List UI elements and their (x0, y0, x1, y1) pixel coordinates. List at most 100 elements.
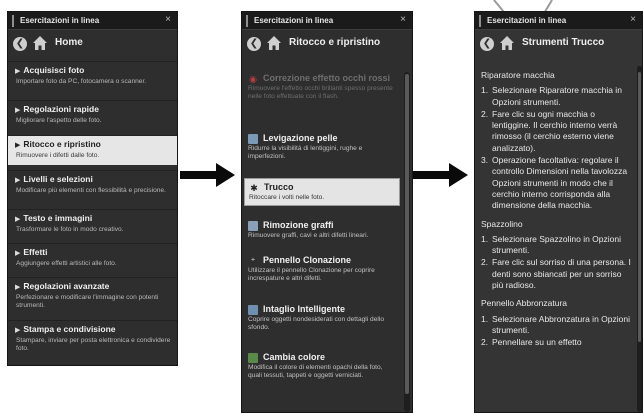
step-text: Operazione facoltativa: regolare il cont… (492, 155, 628, 211)
item-description: Modificare più elementi con flessibilità… (16, 187, 166, 194)
back-arrow-icon[interactable]: ❮ (13, 37, 27, 51)
expand-triangle-icon: ▶ (15, 216, 21, 223)
titlebar: Esercitazioni in linea × (475, 12, 642, 30)
item-label: Regolazioni avanzate (23, 281, 110, 291)
tutorial-item-trucco[interactable]: ✱ Trucco Ritoccare i volti nelle foto. (244, 178, 400, 207)
smart-carver-icon (248, 305, 258, 315)
step-text: Selezionare Spazzolino in Opzioni strume… (492, 233, 621, 256)
section-title: Spazzolino (481, 218, 523, 229)
panel-home: Esercitazioni in linea × ❮ Home ▶ Acquisi… (7, 11, 178, 366)
home-icon[interactable] (32, 35, 48, 51)
item-description: Stampare, inviare per posta elettronica … (16, 337, 171, 352)
item-description: Trasformare le foto in modo creativo. (16, 226, 124, 233)
tutorial-item-cambia-colore[interactable]: Cambia colore Modifica il colore di elem… (244, 349, 400, 384)
item-label: Regolazioni rapide (23, 104, 99, 114)
nav-title: Ritocco e ripristino (289, 37, 381, 48)
item-description: Coprire oggetti nondesiderati con dettag… (248, 316, 384, 332)
item-label: Correzione effetto occhi rossi (263, 73, 391, 83)
nav-row: ❮ Home (8, 30, 177, 58)
instruction-step: 2. Fare clic sul sorriso di una persona. … (481, 257, 633, 291)
scrollbar[interactable] (637, 66, 642, 412)
expand-triangle-icon: ▶ (15, 250, 21, 257)
tutorial-item-levigazione-pelle[interactable]: Levigazione pelle Ridurre la visibilità … (244, 130, 400, 165)
menu-item-livelli-e-selezioni[interactable]: ▶ Livelli e selezioni Modificare più elem… (8, 170, 177, 198)
menu-item-acquisisci-foto[interactable]: ▶ Acquisisci foto Importare foto da PC, f… (8, 61, 177, 89)
item-description: Importare foto da PC, fotocamera o scann… (16, 78, 147, 85)
menu-item-regolazioni-rapide[interactable]: ▶ Regolazioni rapide Migliorare l'aspetto… (8, 100, 177, 128)
home-icon[interactable] (499, 35, 515, 51)
close-icon[interactable]: × (165, 14, 171, 26)
nav-title: Strumenti Trucco (522, 37, 605, 48)
tutorial-item-intaglio-intelligente[interactable]: Intaglio Intelligente Coprire oggetti no… (244, 301, 400, 336)
nav-title: Home (55, 37, 83, 48)
step-text: Pennellare su un effetto (492, 337, 582, 348)
item-description: Utilizzare il pennello Clonazione per co… (248, 267, 375, 283)
menu-item-ritocco-e-ripristino[interactable]: ▶ Ritocco e ripristino Rimuovere i difett… (8, 135, 177, 165)
item-description: Rimuovere graffi, cavi e altri difetti l… (248, 232, 369, 239)
item-description: Migliorare l'aspetto delle foto. (16, 117, 102, 124)
nav-row: ❮ Ritocco e ripristino (242, 30, 412, 58)
back-arrow-icon[interactable]: ❮ (480, 37, 494, 51)
section-title: Pennello Abbronzatura (481, 298, 568, 309)
item-description: Aggiungere effetti artistici alle foto. (16, 260, 117, 267)
tutorial-item-occhi-rossi[interactable]: ◉ Correzione effetto occhi rossi Rimuover… (244, 70, 400, 105)
instruction-step: 1. Selezionare Riparatore macchia in Opzi… (481, 85, 633, 108)
step-text: Fare clic sul sorriso di una persona. I … (492, 257, 631, 291)
expand-triangle-icon: ▶ (15, 142, 21, 149)
item-description: Rimuovere l'effetto occhi brillanti spes… (248, 85, 393, 101)
item-label: Stampa e condivisione (23, 324, 116, 334)
arrow-right-icon (180, 163, 235, 187)
item-label: Acquisisci foto (23, 65, 85, 75)
item-label: Levigazione pelle (263, 133, 338, 143)
clone-brush-icon: ⁺ (250, 256, 256, 266)
step-text: Selezionare Abbronzatura in Opzioni stru… (492, 313, 630, 335)
home-icon[interactable] (266, 35, 282, 51)
instruction-step: 2. Pennellare su un effetto (481, 337, 582, 348)
item-label: Testo e immagini (23, 213, 93, 223)
panel-title: Esercitazioni in linea (12, 15, 99, 27)
menu-item-stampa-e-condivisione[interactable]: ▶ Stampa e condivisione Stampare, inviare… (8, 320, 177, 356)
step-text: Fare clic su ogni macchia o lentiggine. … (492, 108, 618, 153)
item-description: Rimuovere i difetti dalle foto. (16, 152, 100, 159)
expand-triangle-icon: ▶ (15, 68, 21, 75)
scroll-thumb[interactable] (405, 74, 409, 394)
nav-row: ❮ Strumenti Trucco (475, 30, 642, 58)
color-changer-icon (248, 353, 258, 363)
expand-triangle-icon: ▶ (15, 327, 21, 334)
close-icon[interactable]: × (400, 14, 406, 26)
tutorial-item-pennello-clonazione[interactable]: ⁺ Pennello Clonazione Utilizzare il penne… (244, 252, 400, 287)
item-label: Trucco (264, 182, 294, 192)
item-label: Cambia colore (263, 352, 326, 362)
skin-brush-icon (248, 134, 258, 144)
makeup-wand-icon: ✱ (250, 183, 258, 193)
item-label: Intaglio Intelligente (263, 304, 346, 314)
close-icon[interactable]: × (630, 14, 636, 26)
item-description: Ritoccare i volti nelle foto. (249, 194, 325, 201)
instruction-step: 3. Operazione facoltativa: regolare il co… (481, 155, 633, 211)
instruction-step: 1. Selezionare Spazzolino in Opzioni stru… (481, 234, 633, 257)
scroll-thumb[interactable] (638, 72, 641, 342)
instructions-body: Riparatore macchia 1. Selezionare Riparat… (481, 70, 633, 350)
menu-item-testo-e-immagini[interactable]: ▶ Testo e immagini Trasformare le foto in… (8, 209, 177, 237)
step-text: Selezionare Riparatore macchia in Opzion… (492, 85, 622, 107)
tutorial-item-rimozione-graffi[interactable]: Rimozione graffi Rimuovere graffi, cavi … (244, 217, 400, 243)
item-description: Ridurre la visibilità di lentiggini, rug… (248, 145, 363, 161)
expand-triangle-icon: ▶ (15, 177, 21, 184)
eye-icon: ◉ (249, 74, 257, 84)
section-title: Riparatore macchia (481, 70, 555, 80)
back-arrow-icon[interactable]: ❮ (247, 37, 261, 51)
instruction-step: 2. Fare clic su ogni macchia o lentiggine… (481, 109, 633, 154)
item-description: Perfezionare e modificare l'immagine con… (16, 294, 159, 309)
titlebar: Esercitazioni in linea × (8, 12, 177, 30)
item-label: Livelli e selezioni (23, 174, 93, 184)
scrollbar[interactable] (404, 72, 410, 412)
item-description: Modifica il colore di elementi opachi de… (248, 364, 383, 380)
panel-title: Esercitazioni in linea (246, 15, 333, 27)
item-label: Pennello Clonazione (263, 255, 352, 265)
menu-item-regolazioni-avanzate[interactable]: ▶ Regolazioni avanzate Perfezionare e mod… (8, 277, 177, 313)
panel-title: Esercitazioni in linea (479, 15, 566, 27)
expand-triangle-icon: ▶ (15, 107, 21, 114)
panel-ritocco: Esercitazioni in linea × ❮ Ritocco e rip… (241, 11, 413, 413)
menu-item-effetti[interactable]: ▶ Effetti Aggiungere effetti artistici al… (8, 243, 177, 271)
titlebar: Esercitazioni in linea × (242, 12, 412, 30)
